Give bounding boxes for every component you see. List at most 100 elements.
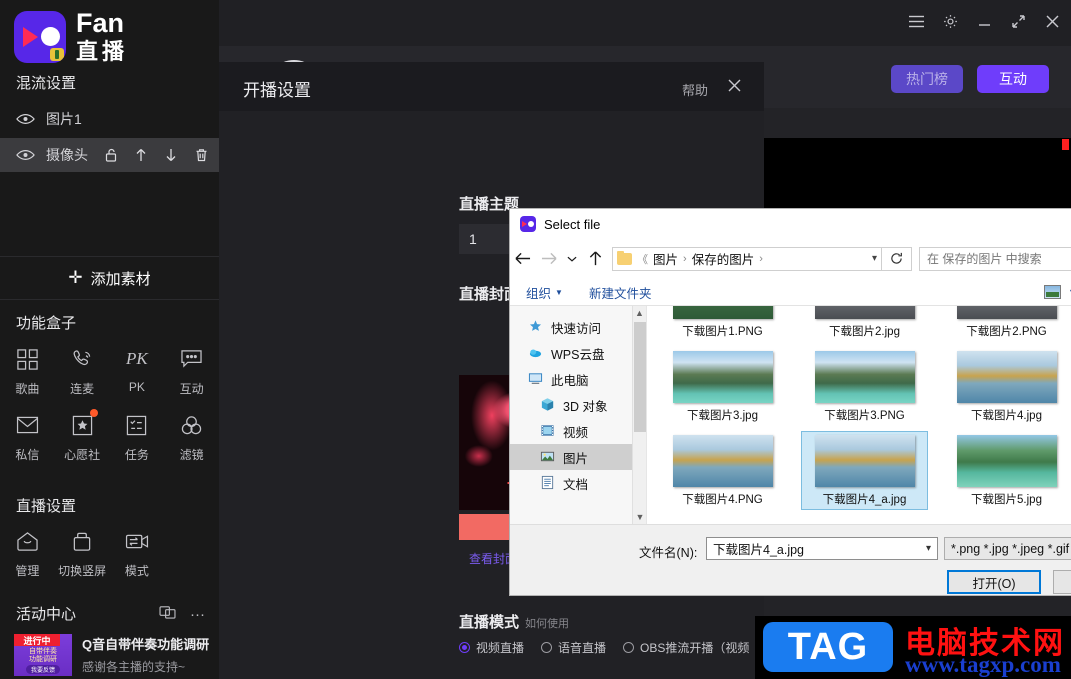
cancel-button[interactable]: 取消 (1053, 570, 1071, 594)
radio-icon (459, 642, 470, 653)
add-material-button[interactable]: ✛ 添加素材 (0, 256, 219, 300)
scrollbar-thumb[interactable] (634, 322, 646, 432)
file-name: 下载图片2.PNG (966, 326, 1047, 338)
mode-option-audio[interactable]: 语音直播 (541, 639, 606, 656)
eye-icon[interactable] (16, 113, 36, 125)
folder-icon (617, 250, 632, 265)
help-link[interactable]: 帮助 (682, 80, 708, 99)
breadcrumb-segment[interactable]: 保存的图片 (692, 249, 755, 268)
minimize-icon[interactable] (975, 12, 993, 30)
activity-card-text: Q音自带伴奏功能调研 感谢各主播的支持~ (82, 634, 209, 676)
function-item-filter[interactable]: 滤镜 (164, 411, 219, 463)
watermark-tag-logo: TAG (763, 622, 893, 672)
list-item[interactable]: 下载图片4.PNG (660, 432, 785, 509)
list-item[interactable]: 下载图片2.PNG (944, 306, 1069, 341)
wish-star-icon (72, 411, 93, 439)
function-item-pk[interactable]: PK PK (110, 345, 165, 397)
function-item-wish[interactable]: 心愿社 (55, 409, 110, 463)
open-button[interactable]: 打开(O) (947, 570, 1041, 594)
tree-scrollbar[interactable]: ▲ ▼ (632, 306, 646, 524)
hot-list-button[interactable]: 热门榜 (891, 65, 963, 93)
scroll-up-icon[interactable]: ▲ (633, 306, 646, 320)
function-item-songs[interactable]: 歌曲 (0, 345, 55, 397)
close-icon[interactable] (727, 78, 742, 98)
live-settings-title: 直播设置 (16, 498, 77, 515)
list-item[interactable]: 下载图片1.PNG (660, 306, 785, 341)
new-folder-button[interactable]: 新建文件夹 (589, 283, 652, 302)
layer-row[interactable]: 摄像头 (0, 138, 219, 172)
live-setting-manage[interactable]: 管理 (0, 527, 55, 579)
grid-icon (16, 345, 39, 373)
move-down-icon[interactable] (163, 147, 179, 163)
tree-item-documents[interactable]: 文档 (510, 470, 646, 496)
organize-menu[interactable]: 组织 ▼ (526, 283, 563, 302)
scroll-down-icon[interactable]: ▼ (633, 510, 647, 524)
chevron-down-icon[interactable] (562, 246, 582, 272)
arrow-left-icon[interactable] (510, 246, 536, 272)
view-mode-icon[interactable] (1044, 285, 1062, 299)
live-mode-hint[interactable]: 如何使用 (525, 615, 569, 631)
application-root: 热门榜 互动 开播设置 帮助 直播主题 直播封面 本地上传不能超过10M 封面审… (0, 0, 1071, 679)
live-setting-mode[interactable]: 模式 (110, 527, 165, 579)
delete-icon[interactable] (193, 147, 209, 163)
arrow-up-icon[interactable] (582, 246, 608, 272)
breadcrumb[interactable]: 《 图片 › 保存的图片 › ▾ (612, 246, 882, 271)
tree-item-label: 图片 (563, 451, 589, 466)
interact-button[interactable]: 互动 (977, 65, 1049, 93)
tree-item-this-pc[interactable]: 此电脑 (510, 366, 646, 392)
file-name: 下载图片2.jpg (829, 326, 900, 338)
notification-badge-icon (89, 409, 98, 417)
function-item-call[interactable]: 连麦 (55, 345, 110, 397)
chevron-down-icon[interactable]: ▾ (872, 253, 877, 264)
close-icon[interactable] (1043, 12, 1061, 30)
list-item[interactable]: 下载图片4.jpg (944, 348, 1069, 425)
tree-item-wps-cloud[interactable]: WPS云盘 (510, 340, 646, 366)
list-item[interactable]: 下载图片3.PNG (802, 348, 927, 425)
function-label: 连麦 (70, 382, 95, 396)
filename-input[interactable]: 下载图片4_a.jpg ▾ (706, 537, 938, 560)
refresh-icon[interactable] (882, 246, 912, 271)
mode-option-video[interactable]: 视频直播 (459, 639, 524, 656)
live-setting-portrait[interactable]: 切换竖屏 (55, 527, 110, 579)
eye-icon[interactable] (16, 149, 36, 161)
search-input[interactable]: 在 保存的图片 中搜索 (919, 246, 1071, 271)
file-name: 下载图片4_a.jpg (822, 494, 907, 506)
activity-center-title: 活动中心 (16, 606, 77, 623)
list-item[interactable]: 下载图片3.jpg (660, 348, 785, 425)
list-item[interactable]: 下载图片5.jpg (944, 432, 1069, 509)
mode-option-obs[interactable]: OBS推流开播（视频 (623, 639, 749, 656)
file-dialog-toolbar: 组织▼ 新建文件夹 ▼ (510, 279, 1071, 306)
view-controls: ▼ (1044, 285, 1071, 299)
filetype-select[interactable]: *.png *.jpg *.jpeg *.gif (944, 537, 1071, 560)
function-item-message[interactable]: 私信 (0, 411, 55, 463)
layer-row[interactable]: 图片1 (0, 102, 219, 136)
pk-icon: PK (126, 349, 148, 368)
move-up-icon[interactable] (133, 147, 149, 163)
gear-icon[interactable] (941, 12, 959, 30)
tree-item-label: 文档 (563, 477, 589, 492)
breadcrumb-segment[interactable]: 图片 (653, 249, 678, 268)
maximize-icon[interactable] (1009, 12, 1027, 30)
this-pc-icon (528, 371, 544, 387)
list-item[interactable]: 下载图片4_a.jpg (801, 431, 928, 510)
function-item-task[interactable]: 任务 (110, 411, 165, 463)
popout-icon[interactable] (159, 605, 176, 624)
menu-icon[interactable] (907, 12, 925, 30)
tree-item-quick-access[interactable]: 快速访问 (510, 314, 646, 340)
file-name: 下载图片1.PNG (682, 326, 763, 338)
lock-icon[interactable] (103, 147, 119, 163)
tree-item-videos[interactable]: 视频 (510, 418, 646, 444)
function-item-interact[interactable]: 互动 (164, 345, 219, 397)
tree-item-pictures[interactable]: 图片 (510, 444, 646, 470)
file-dialog-footer: 文件名(N): 下载图片4_a.jpg ▾ *.png *.jpg *.jpeg… (510, 524, 1071, 595)
quick-access-icon (528, 319, 544, 335)
more-icon[interactable]: ··· (190, 607, 205, 622)
list-item[interactable]: 下载图片2.jpg (802, 306, 927, 341)
tree-item-3d-objects[interactable]: 3D 对象 (510, 392, 646, 418)
file-thumbnail (814, 306, 915, 319)
chevron-down-icon[interactable]: ▾ (926, 543, 931, 554)
activity-card[interactable]: 进行中 自带伴奏 功能调研 我要反馈 Q音自带伴奏功能调研 感谢各主播的支持~ (14, 634, 214, 676)
file-grid: 下载图片1.PNG 下载图片2.jpg 下载图片2.PNG 下载图片3.jpg (660, 306, 1070, 510)
file-thumbnail (814, 351, 915, 403)
envelope-icon (16, 411, 39, 439)
